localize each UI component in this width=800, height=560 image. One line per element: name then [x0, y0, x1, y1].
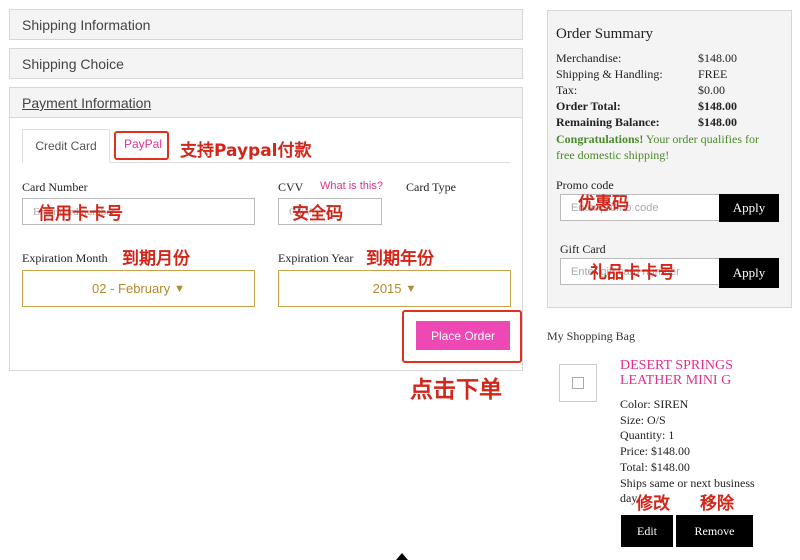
gift-card-label: Gift Card	[560, 242, 606, 256]
cursor-icon	[396, 553, 408, 560]
product-price: Price: $148.00	[620, 444, 690, 459]
annotation-edit: 修改	[636, 494, 670, 514]
cvv-label: CVV	[278, 180, 304, 194]
expiration-month-value: 02 - February	[92, 281, 171, 296]
annotation-cvv: 安全码	[292, 204, 343, 224]
shipping-handling-value: FREE	[698, 67, 728, 81]
remove-button[interactable]: Remove	[676, 515, 753, 547]
expiration-month-label: Expiration Month	[22, 251, 108, 265]
tab-credit-card[interactable]: Credit Card	[22, 129, 110, 163]
product-quantity: Quantity: 1	[620, 428, 675, 443]
broken-image-icon	[572, 377, 584, 389]
annotation-place-order: 点击下单	[410, 377, 502, 403]
apply-gift-card-button[interactable]: Apply	[719, 258, 779, 288]
whats-this-link[interactable]: What is this?	[320, 180, 383, 192]
remaining-balance-label: Remaining Balance:	[556, 115, 660, 129]
chevron-down-icon: ▼	[405, 282, 417, 295]
apply-promo-button[interactable]: Apply	[719, 194, 779, 222]
annotation-promo: 优惠码	[578, 194, 629, 214]
product-name-line1: DESERT SPRINGS	[620, 358, 733, 373]
congrats-line2: free domestic shipping!	[556, 148, 670, 162]
place-order-button[interactable]: Place Order	[416, 321, 510, 350]
shipping-information-label: Shipping Information	[22, 17, 151, 33]
order-total-value: $148.00	[698, 99, 737, 113]
order-summary-title: Order Summary	[556, 26, 654, 42]
product-color: Color: SIREN	[620, 397, 689, 411]
expiration-year-label: Expiration Year	[278, 251, 354, 265]
merchandise-label: Merchandise:	[556, 51, 622, 65]
annotation-paypal: 支持Paypal付款	[180, 141, 312, 161]
tax-label: Tax:	[556, 83, 578, 97]
tax-value: $0.00	[698, 83, 725, 97]
expiration-year-value: 2015	[372, 281, 402, 296]
card-number-label: Card Number	[22, 180, 88, 194]
product-name-line2: LEATHER MINI G	[620, 373, 732, 388]
product-image[interactable]	[559, 364, 597, 402]
expiration-year-select[interactable]: 2015 ▼	[278, 270, 511, 307]
payment-information-header[interactable]: Payment Information	[9, 87, 523, 118]
product-size: Size: O/S	[620, 412, 666, 427]
shipping-information-header[interactable]: Shipping Information	[9, 9, 523, 40]
annotation-exp-year: 到期年份	[366, 249, 434, 269]
annotation-exp-month: 到期月份	[122, 249, 190, 269]
congrats-bold: Congratulations!	[556, 132, 644, 146]
shipping-handling-label: Shipping & Handling:	[556, 67, 663, 81]
card-type-label: Card Type	[406, 180, 456, 194]
tab-credit-card-label: Credit Card	[35, 139, 97, 153]
annotation-gift-card: 礼品卡卡号	[590, 263, 675, 283]
payment-information-label: Payment Information	[22, 95, 152, 111]
merchandise-value: $148.00	[698, 51, 737, 65]
chevron-down-icon: ▼	[174, 282, 185, 295]
free-shipping-message: Congratulations! Your order qualifies fo…	[556, 131, 788, 163]
expiration-month-select[interactable]: 02 - February ▼	[22, 270, 255, 307]
product-name[interactable]: DESERT SPRINGS LEATHER MINI G	[620, 358, 733, 388]
congrats-line1: Your order qualifies for	[643, 132, 759, 146]
remaining-balance-value: $148.00	[698, 115, 737, 129]
order-total-label: Order Total:	[556, 99, 621, 113]
shopping-bag-title: My Shopping Bag	[547, 329, 636, 343]
shipping-choice-header[interactable]: Shipping Choice	[9, 48, 523, 79]
product-total: Total: $148.00	[620, 459, 690, 474]
paypal-highlight	[114, 131, 169, 160]
annotation-remove: 移除	[700, 494, 734, 514]
shipping-choice-label: Shipping Choice	[22, 56, 124, 72]
annotation-card-number: 信用卡卡号	[38, 204, 123, 224]
edit-button[interactable]: Edit	[621, 515, 673, 547]
